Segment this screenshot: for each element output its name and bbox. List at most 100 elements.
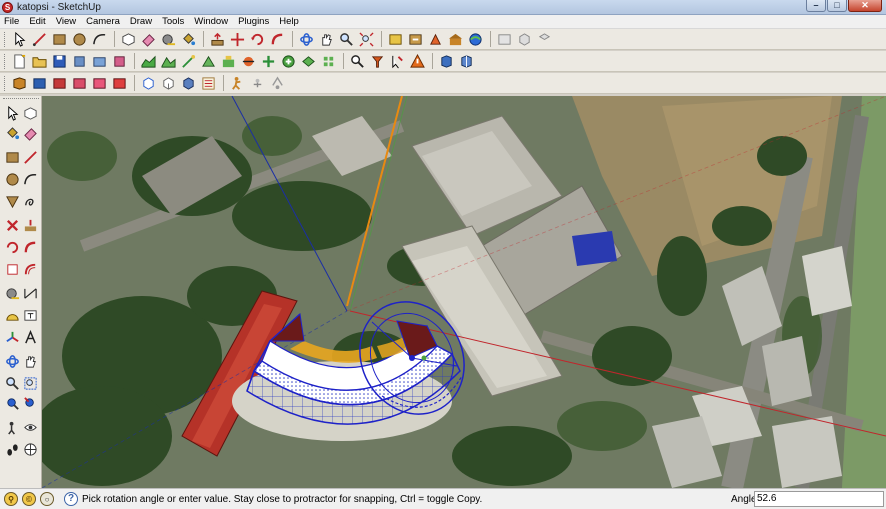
zoom-window-tool-left[interactable] — [21, 374, 39, 392]
text-button[interactable] — [368, 52, 386, 70]
xray-button[interactable] — [348, 52, 366, 70]
photo-texture-button[interactable] — [495, 30, 513, 48]
smoove-button[interactable] — [259, 52, 277, 70]
warning-button[interactable] — [408, 52, 426, 70]
3d-viewport[interactable] — [42, 96, 886, 488]
share-model-button[interactable] — [406, 30, 424, 48]
menu-camera[interactable]: Camera — [86, 16, 120, 27]
arc-tool-button[interactable] — [90, 30, 108, 48]
terrain-button[interactable] — [159, 52, 177, 70]
front-view-button[interactable] — [139, 74, 157, 92]
make-component-button[interactable] — [119, 30, 137, 48]
iso-view-button[interactable] — [515, 30, 533, 48]
followme-tool-button[interactable] — [268, 30, 286, 48]
text-tool-left[interactable] — [21, 306, 39, 324]
close-button[interactable]: ✕ — [848, 0, 882, 12]
layers-button[interactable] — [199, 74, 217, 92]
paint-tool-button[interactable] — [179, 30, 197, 48]
components-button[interactable] — [426, 30, 444, 48]
orbit-tool-left[interactable] — [3, 352, 21, 370]
make-component-left[interactable] — [21, 104, 39, 122]
geo-location-icon[interactable]: ⚲ — [4, 492, 18, 506]
top-view-button[interactable] — [535, 30, 553, 48]
help-icon[interactable]: ? — [64, 492, 78, 506]
eraser-tool-button[interactable] — [139, 30, 157, 48]
credits-icon[interactable]: © — [22, 492, 36, 506]
maximize-button[interactable]: □ — [827, 0, 847, 12]
tape-tool-button[interactable] — [159, 30, 177, 48]
move-tool-button[interactable] — [228, 30, 246, 48]
menu-help[interactable]: Help — [279, 16, 299, 27]
measurements-input[interactable]: 52.6 — [754, 491, 884, 507]
copy-button[interactable] — [90, 52, 108, 70]
open-file-button[interactable] — [30, 52, 48, 70]
get-models-button[interactable] — [386, 30, 404, 48]
tape-button-2[interactable] — [299, 52, 317, 70]
position-camera-tool-left[interactable] — [3, 418, 21, 436]
axes-tool-left[interactable] — [3, 328, 21, 346]
select-tool-left[interactable] — [3, 104, 21, 122]
add-location-button[interactable] — [466, 30, 484, 48]
style-textured-button[interactable] — [90, 74, 108, 92]
circle-tool-button[interactable] — [70, 30, 88, 48]
walk-button[interactable] — [228, 74, 246, 92]
dimension-button[interactable] — [319, 52, 337, 70]
style-wireframe-button[interactable] — [30, 74, 48, 92]
zoom-extents-tool-left[interactable] — [3, 394, 21, 412]
dimension-tool-left[interactable] — [21, 284, 39, 302]
flip-edge-button[interactable] — [199, 52, 217, 70]
zoom-extents-button[interactable] — [357, 30, 375, 48]
polygon-tool-left[interactable] — [3, 192, 21, 210]
right-view-button[interactable] — [159, 74, 177, 92]
style-hidden-button[interactable] — [50, 74, 68, 92]
position-camera-button[interactable] — [268, 74, 286, 92]
look-around-button[interactable] — [248, 74, 266, 92]
rotate-tool-left[interactable] — [3, 238, 21, 256]
rotate-tool-button[interactable] — [248, 30, 266, 48]
new-file-button[interactable] — [10, 52, 28, 70]
save-button[interactable] — [50, 52, 68, 70]
add-detail-button[interactable] — [179, 52, 197, 70]
menu-tools[interactable]: Tools — [162, 16, 184, 27]
paste-button[interactable] — [110, 52, 128, 70]
shadow-button[interactable] — [457, 52, 475, 70]
zoom-tool-button[interactable] — [337, 30, 355, 48]
menu-file[interactable]: File — [4, 16, 19, 27]
section-plane-tool-left[interactable] — [21, 440, 39, 458]
followme-tool-left[interactable] — [21, 238, 39, 256]
offset-tool-left[interactable] — [21, 260, 39, 278]
back-view-button[interactable] — [179, 74, 197, 92]
views-button[interactable] — [10, 74, 28, 92]
eraser-tool-left[interactable] — [21, 124, 39, 142]
cut-button[interactable] — [70, 52, 88, 70]
user-icon[interactable]: ○ — [40, 492, 54, 506]
minimize-button[interactable]: – — [806, 0, 826, 12]
menu-view[interactable]: View — [56, 16, 76, 27]
zoom-tool-left[interactable] — [3, 374, 21, 392]
style-monochrome-button[interactable] — [110, 74, 128, 92]
section-plane-button[interactable] — [279, 52, 297, 70]
scale-tool-left[interactable] — [3, 260, 21, 278]
select-tool-button[interactable] — [10, 30, 28, 48]
line-tool-button[interactable] — [30, 30, 48, 48]
stamp-button[interactable] — [219, 52, 237, 70]
rectangle-tool-left[interactable] — [3, 148, 21, 166]
line-tool-left[interactable] — [21, 148, 39, 166]
rectangle-tool-button[interactable] — [50, 30, 68, 48]
back-edges-button[interactable] — [437, 52, 455, 70]
menu-window[interactable]: Window — [194, 16, 228, 27]
sandbox-button[interactable] — [139, 52, 157, 70]
pan-tool-button[interactable] — [317, 30, 335, 48]
position-camera-button-2[interactable] — [388, 52, 406, 70]
menu-edit[interactable]: Edit — [29, 16, 45, 27]
pushpull-tool-button[interactable] — [208, 30, 226, 48]
freehand-tool-left[interactable] — [21, 192, 39, 210]
drape-button[interactable] — [239, 52, 257, 70]
menu-draw[interactable]: Draw — [130, 16, 152, 27]
previous-view-tool-left[interactable] — [21, 394, 39, 412]
protractor-tool-left[interactable] — [3, 306, 21, 324]
paint-tool-left[interactable] — [3, 124, 21, 142]
walk-tool-left[interactable] — [3, 440, 21, 458]
warehouse-button[interactable] — [446, 30, 464, 48]
pushpull-tool-left[interactable] — [21, 216, 39, 234]
